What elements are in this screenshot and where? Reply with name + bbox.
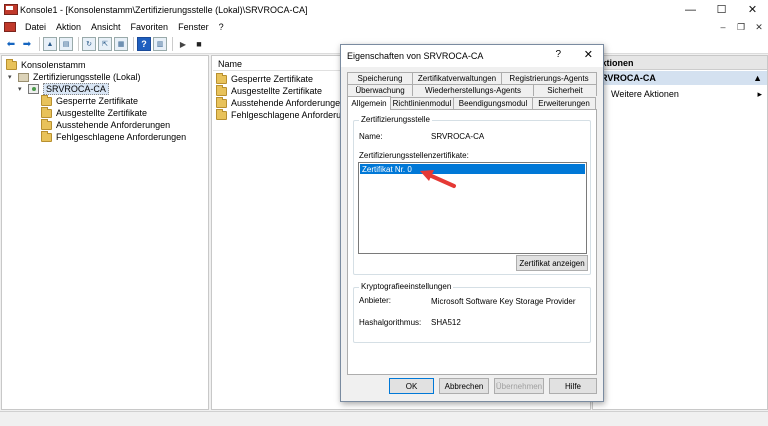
ca-snapin-icon [18, 72, 29, 82]
tab-ueberwachung[interactable]: Überwachung [347, 84, 413, 96]
menu-datei[interactable]: Datei [20, 22, 51, 32]
tree-item-revoked[interactable]: Gesperrte Zertifikate [41, 94, 138, 107]
tab-allgemein[interactable]: Allgemein [347, 96, 391, 110]
name-value: SRVROCA-CA [431, 132, 485, 141]
menu-favoriten[interactable]: Favoriten [126, 22, 174, 32]
folder-icon [41, 94, 52, 106]
chevron-down-icon[interactable]: ▾ [18, 85, 27, 93]
tab-beendigungsmodul[interactable]: Beendigungsmodul [453, 97, 533, 109]
child-minimize-button[interactable]: – [714, 19, 732, 35]
properties-dialog: Eigenschaften von SRVROCA-CA ? ✕ Speiche… [340, 44, 604, 402]
cert-list-item[interactable]: Zertifikat Nr. 0 [360, 164, 585, 174]
menu-bar: Datei Aktion Ansicht Favoriten Fenster ?… [0, 19, 768, 35]
menu-ansicht[interactable]: Ansicht [86, 22, 126, 32]
maximize-button[interactable]: ☐ [706, 0, 737, 19]
ca-server-icon [28, 84, 39, 94]
folder-icon [6, 58, 17, 70]
forward-arrow-icon[interactable]: ➡ [20, 37, 34, 51]
refresh-icon[interactable]: ↻ [82, 37, 96, 51]
list-item[interactable]: Ausstehende Anforderungen [216, 96, 345, 109]
list-item[interactable]: Ausgestellte Zertifikate [216, 84, 322, 97]
crypto-group-label: Kryptografieeinstellungen [359, 282, 454, 291]
tab-registrierungs-agents[interactable]: Registrierungs-Agents [501, 72, 597, 84]
tree-item-ca-local[interactable]: ▾ Zertifizierungsstelle (Lokal) [8, 71, 141, 83]
menu-fenster[interactable]: Fenster [173, 22, 214, 32]
toolbar-separator [39, 37, 40, 51]
folder-icon [41, 130, 52, 142]
menu-aktion[interactable]: Aktion [51, 22, 86, 32]
collapse-arrow-icon[interactable]: ▲ [753, 73, 762, 83]
annotation-arrow-icon [420, 170, 456, 188]
help-button[interactable]: Hilfe [549, 378, 597, 394]
console-tree-pane[interactable]: Konsolenstamm ▾ Zertifizierungsstelle (L… [1, 55, 209, 410]
view-certificate-button[interactable]: Zertifikat anzeigen [516, 255, 588, 271]
show-tree-icon[interactable]: ▤ [59, 37, 73, 51]
folder-icon [41, 118, 52, 130]
certs-label: Zertifizierungsstellenzertifikate: [359, 151, 469, 160]
start-service-icon[interactable]: ▶ [176, 37, 190, 51]
ca-group-label: Zertifizierungsstelle [359, 115, 432, 124]
child-close-button[interactable]: ✕ [750, 19, 768, 35]
dialog-help-button[interactable]: ? [555, 49, 561, 60]
show-action-pane-icon[interactable]: ▥ [153, 37, 167, 51]
provider-value: Microsoft Software Key Storage Provider [431, 297, 576, 306]
tab-row-3: Allgemein Richtlinienmodul Beendigungsmo… [347, 96, 596, 110]
list-item[interactable]: Gesperrte Zertifikate [216, 72, 313, 85]
window-titlebar: Konsole1 - [Konsolenstamm\Zertifizierung… [0, 0, 768, 19]
tree-item-console-root[interactable]: Konsolenstamm [6, 58, 86, 71]
up-folder-icon[interactable]: ▲ [43, 37, 57, 51]
cert-listbox[interactable]: Zertifikat Nr. 0 [358, 162, 587, 254]
tab-speicherung[interactable]: Speicherung [347, 72, 413, 84]
child-restore-button[interactable]: ❐ [732, 19, 750, 35]
properties-icon[interactable]: ▦ [114, 37, 128, 51]
cancel-button[interactable]: Abbrechen [439, 378, 489, 394]
actions-section-srvroca[interactable]: SRVROCA-CA ▲ [593, 71, 767, 85]
dialog-title: Eigenschaften von SRVROCA-CA [347, 51, 484, 61]
tree-item-srvroca[interactable]: ▾ SRVROCA-CA [18, 83, 109, 95]
tab-wiederherstellungs-agents[interactable]: Wiederherstellungs-Agents [412, 84, 534, 96]
dialog-close-button[interactable]: ✕ [584, 48, 593, 61]
apply-button[interactable]: Übernehmen [494, 378, 544, 394]
hash-label: Hashalgorithmus: [359, 318, 422, 327]
tree-item-failed[interactable]: Fehlgeschlagene Anforderungen [41, 130, 186, 143]
close-button[interactable]: ✕ [737, 0, 768, 19]
tab-panel-allgemein: Zertifizierungsstelle Name: SRVROCA-CA Z… [347, 109, 597, 375]
tree-item-issued[interactable]: Ausgestellte Zertifikate [41, 106, 147, 119]
menu-help[interactable]: ? [214, 22, 229, 32]
tab-sicherheit[interactable]: Sicherheit [533, 84, 597, 96]
export-list-icon[interactable]: ⇱ [98, 37, 112, 51]
window-title: Konsole1 - [Konsolenstamm\Zertifizierung… [20, 4, 308, 15]
name-label: Name: [359, 132, 383, 141]
tab-row-2: Überwachung Wiederherstellungs-Agents Si… [347, 84, 597, 96]
dialog-titlebar: Eigenschaften von SRVROCA-CA ? ✕ [341, 45, 603, 67]
console-menu-icon[interactable] [3, 21, 17, 33]
tab-zertifikatverwaltungen[interactable]: Zertifikatverwaltungen [412, 72, 502, 84]
help-icon[interactable]: ? [137, 37, 151, 51]
minimize-button[interactable]: — [675, 0, 706, 19]
tab-row-1: Speicherung Zertifikatverwaltungen Regis… [347, 72, 597, 84]
folder-icon [216, 108, 227, 120]
mmc-app-icon [4, 4, 18, 15]
folder-icon [41, 106, 52, 118]
submenu-arrow-icon: ▸ [757, 88, 762, 99]
status-bar [0, 411, 768, 426]
hash-value: SHA512 [431, 318, 461, 327]
toolbar-separator [78, 37, 79, 51]
actions-more-item[interactable]: Weitere Aktionen ▸ [593, 87, 767, 101]
tab-richtlinienmodul[interactable]: Richtlinienmodul [390, 97, 454, 109]
tree-item-pending[interactable]: Ausstehende Anforderungen [41, 118, 170, 131]
toolbar-separator [172, 37, 173, 51]
folder-icon [216, 84, 227, 96]
tab-erweiterungen[interactable]: Erweiterungen [532, 97, 596, 109]
actions-header: Aktionen [593, 56, 767, 70]
toolbar-separator [133, 37, 134, 51]
actions-pane: Aktionen SRVROCA-CA ▲ Weitere Aktionen ▸ [592, 55, 768, 410]
folder-icon [216, 96, 227, 108]
chevron-down-icon[interactable]: ▾ [8, 73, 17, 81]
folder-icon [216, 72, 227, 84]
provider-label: Anbieter: [359, 296, 392, 305]
stop-service-icon[interactable]: ■ [192, 37, 206, 51]
ok-button[interactable]: OK [389, 378, 434, 394]
back-arrow-icon[interactable]: ⬅ [4, 37, 18, 51]
